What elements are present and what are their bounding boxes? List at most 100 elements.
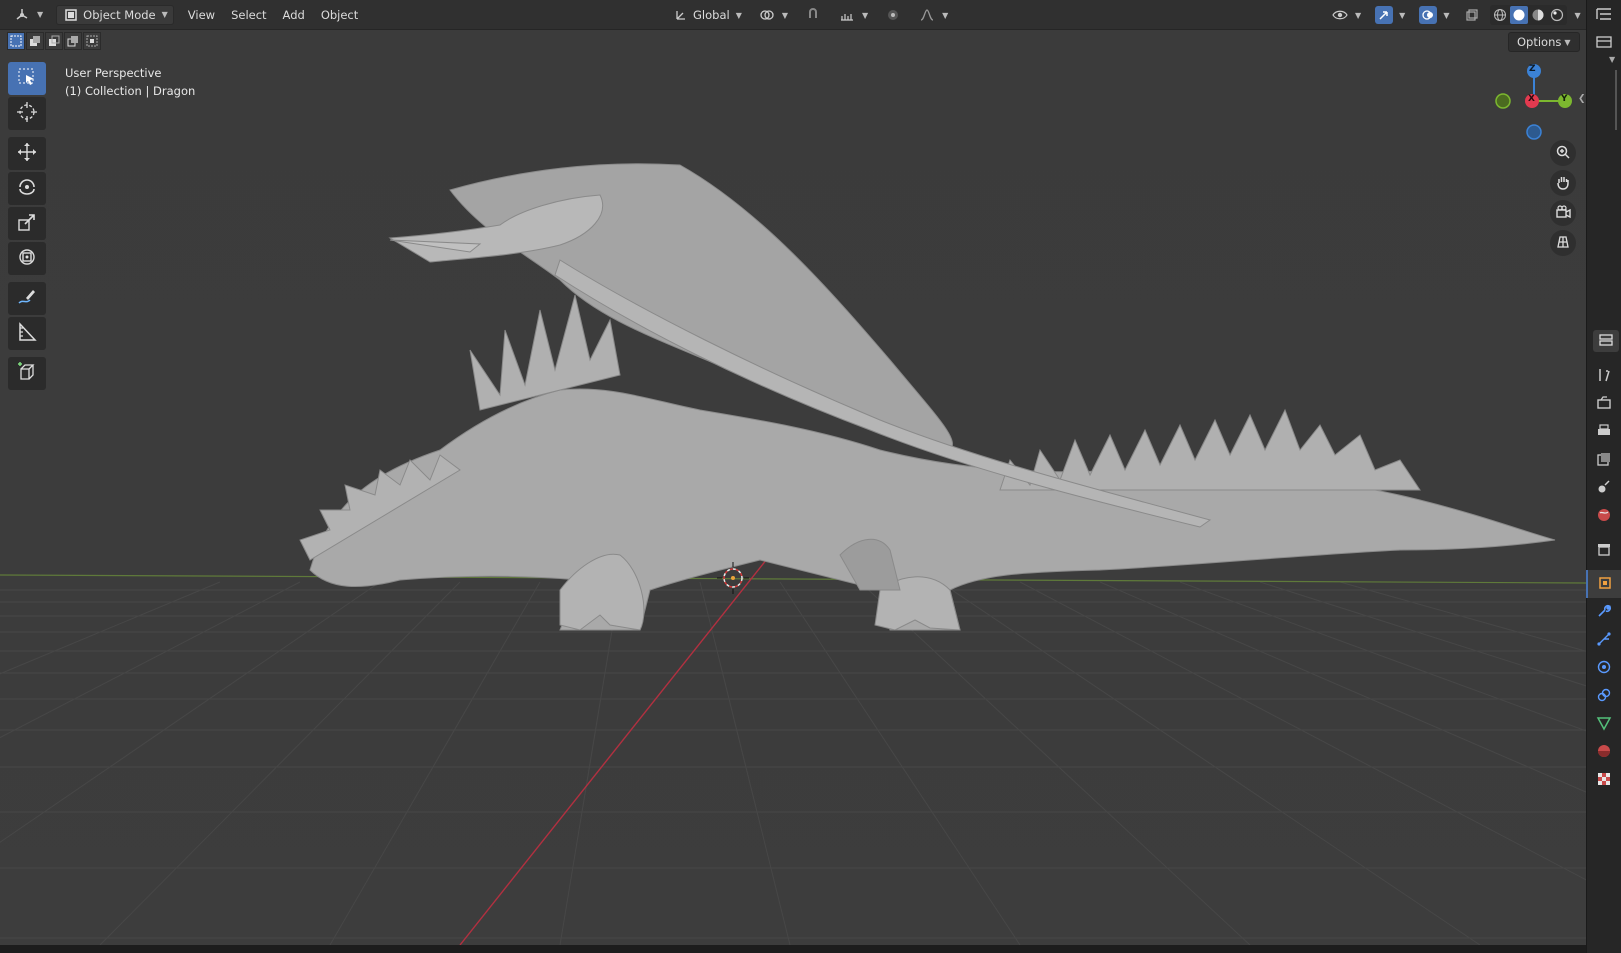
pivot-dropdown[interactable]: ▼ bbox=[753, 5, 793, 25]
orientation-icon bbox=[672, 6, 690, 24]
pivot-icon bbox=[758, 6, 776, 24]
rendered-shading-icon[interactable] bbox=[1548, 6, 1566, 24]
measure-tool[interactable] bbox=[8, 317, 46, 350]
proportional-edit-icon bbox=[884, 6, 902, 24]
chevron-down-icon[interactable]: ▼ bbox=[1609, 55, 1615, 64]
editor-type-button[interactable]: ▼ bbox=[8, 5, 48, 25]
xray-icon bbox=[1463, 6, 1481, 24]
printer-icon bbox=[1596, 423, 1612, 442]
chevron-down-icon: ▼ bbox=[862, 10, 869, 20]
wireframe-shading-icon[interactable] bbox=[1491, 6, 1509, 24]
orientation-label: Global bbox=[693, 8, 730, 22]
magnet-icon bbox=[804, 6, 822, 24]
header-menus: View Select Add Object bbox=[180, 5, 367, 25]
select-subtract-icon[interactable] bbox=[45, 32, 63, 50]
scrollbar[interactable] bbox=[1615, 70, 1617, 130]
add-cube-tool[interactable] bbox=[8, 357, 46, 390]
tab-texture[interactable] bbox=[1586, 766, 1621, 794]
tab-output[interactable] bbox=[1586, 418, 1621, 446]
menu-view[interactable]: View bbox=[180, 5, 223, 25]
mode-dropdown[interactable]: Object Mode ▼ bbox=[56, 4, 174, 25]
tab-view-layer[interactable] bbox=[1586, 446, 1621, 474]
transform-tool[interactable] bbox=[8, 242, 46, 275]
outliner-icon[interactable] bbox=[1595, 6, 1613, 25]
tab-constraints[interactable] bbox=[1586, 682, 1621, 710]
shading-mode-group bbox=[1490, 5, 1568, 25]
overlays-toggle[interactable]: ▼ bbox=[1414, 5, 1454, 25]
zoom-button[interactable] bbox=[1550, 140, 1576, 166]
navigation-gizmo[interactable]: Z X Y ❮ bbox=[1486, 60, 1586, 150]
cursor-tool[interactable] bbox=[8, 97, 46, 130]
scene-icon bbox=[1596, 479, 1612, 498]
move-tool[interactable] bbox=[8, 137, 46, 170]
select-extend-icon[interactable] bbox=[26, 32, 44, 50]
image-stack-icon bbox=[1596, 451, 1612, 470]
rotate-tool[interactable] bbox=[8, 172, 46, 205]
tab-collection[interactable] bbox=[1586, 536, 1621, 564]
neg-z-handle[interactable] bbox=[1526, 124, 1542, 140]
shading-options-chevron-icon[interactable]: ▼ bbox=[1574, 11, 1580, 20]
tab-material[interactable] bbox=[1586, 738, 1621, 766]
options-dropdown[interactable]: Options ▼ bbox=[1508, 32, 1580, 52]
tab-tool[interactable] bbox=[1586, 362, 1621, 390]
physics-icon bbox=[1596, 659, 1612, 678]
menu-select[interactable]: Select bbox=[223, 5, 274, 25]
snap-target-dropdown[interactable]: ▼ bbox=[833, 5, 873, 25]
select-intersect-icon[interactable] bbox=[83, 32, 101, 50]
menu-add[interactable]: Add bbox=[275, 5, 313, 25]
neg-y-handle[interactable] bbox=[1495, 93, 1511, 109]
x-label: X bbox=[1528, 94, 1535, 104]
scale-icon bbox=[16, 211, 38, 236]
pencil-icon bbox=[16, 286, 38, 311]
z-label: Z bbox=[1529, 64, 1536, 74]
hand-icon bbox=[1555, 174, 1571, 193]
dragon-model bbox=[299, 163, 1556, 631]
select-box-icon bbox=[16, 66, 38, 91]
tab-world[interactable] bbox=[1586, 502, 1621, 530]
constraints-icon bbox=[1596, 687, 1612, 706]
pan-button[interactable] bbox=[1550, 170, 1576, 196]
add-cube-icon bbox=[16, 361, 38, 386]
select-box-tool[interactable] bbox=[8, 62, 46, 95]
falloff-dropdown[interactable]: ▼ bbox=[913, 5, 953, 25]
material-preview-icon[interactable] bbox=[1529, 6, 1547, 24]
eye-icon bbox=[1331, 6, 1349, 24]
proportional-edit-toggle[interactable] bbox=[879, 5, 907, 25]
3d-viewport[interactable]: Options ▼ User Perspective (1) Collectio… bbox=[0, 30, 1586, 945]
gizmo-toggle[interactable]: ▼ bbox=[1370, 5, 1410, 25]
tab-data[interactable] bbox=[1586, 710, 1621, 738]
overlays-icon bbox=[1419, 6, 1438, 24]
collapse-chevron-icon[interactable]: ❮ bbox=[1578, 94, 1586, 104]
camera-view-button[interactable] bbox=[1550, 200, 1576, 226]
xray-toggle[interactable] bbox=[1458, 5, 1486, 25]
view-name: User Perspective bbox=[65, 66, 162, 80]
solid-shading-icon[interactable] bbox=[1510, 6, 1529, 24]
tab-scene[interactable] bbox=[1586, 474, 1621, 502]
chevron-down-icon: ▼ bbox=[1443, 10, 1450, 20]
tab-modifiers[interactable] bbox=[1586, 598, 1621, 626]
visibility-dropdown[interactable]: ▼ bbox=[1326, 5, 1366, 25]
properties-editor-type-button[interactable] bbox=[1593, 330, 1619, 352]
snap-toggle[interactable] bbox=[799, 5, 827, 25]
transform-icon bbox=[16, 246, 38, 271]
scale-tool[interactable] bbox=[8, 207, 46, 240]
move-icon bbox=[16, 141, 38, 166]
material-icon bbox=[1596, 743, 1612, 762]
tab-object[interactable] bbox=[1586, 570, 1621, 598]
properties-tabs bbox=[1586, 362, 1621, 794]
tab-physics[interactable] bbox=[1586, 654, 1621, 682]
tab-render[interactable] bbox=[1586, 390, 1621, 418]
camera-icon bbox=[1555, 204, 1571, 223]
select-invert-icon[interactable] bbox=[64, 32, 82, 50]
checker-texture-icon bbox=[1596, 771, 1612, 790]
cursor-icon bbox=[16, 101, 38, 126]
annotate-tool[interactable] bbox=[8, 282, 46, 315]
wrench-icon bbox=[1596, 603, 1612, 622]
orientation-dropdown[interactable]: Global ▼ bbox=[667, 5, 747, 25]
menu-object[interactable]: Object bbox=[313, 5, 366, 25]
filter-icon[interactable] bbox=[1595, 35, 1613, 52]
ortho-toggle-button[interactable] bbox=[1550, 230, 1576, 256]
mode-label: Object Mode bbox=[83, 7, 156, 22]
select-new-icon[interactable] bbox=[7, 32, 25, 50]
tab-particles[interactable] bbox=[1586, 626, 1621, 654]
